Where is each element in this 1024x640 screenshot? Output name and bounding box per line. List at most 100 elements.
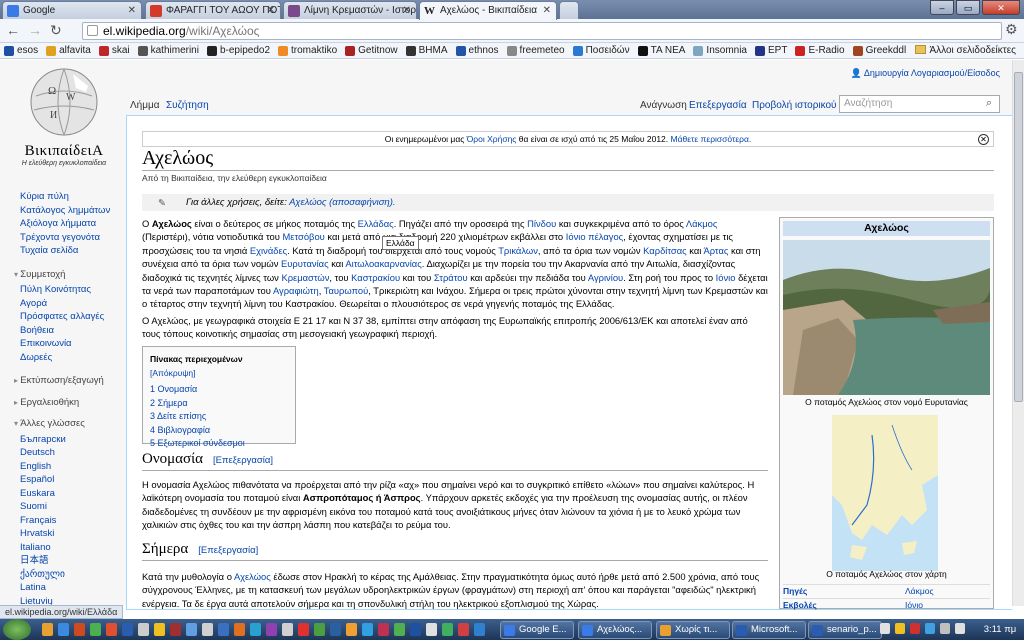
language-link[interactable]: Suomi: [20, 500, 130, 514]
link-trikala[interactable]: Τρικάλων: [498, 245, 538, 256]
app-icon[interactable]: [138, 623, 149, 636]
tab-acheloos[interactable]: W Αχελώος - Βικιπαίδεια ✕: [419, 1, 557, 20]
terms-link[interactable]: Όροι Χρήσης: [467, 134, 517, 144]
tray-icon[interactable]: [895, 623, 905, 634]
app-icon[interactable]: [122, 623, 133, 636]
link-kastraki[interactable]: Καστρακίου: [351, 272, 400, 283]
bookmark-tromaktiko[interactable]: tromaktiko: [278, 43, 337, 58]
bookmark-greekddl[interactable]: Greekddl: [852, 43, 906, 58]
bookmark-kathimerini[interactable]: kathimerini: [137, 43, 199, 58]
link-metsovo[interactable]: Μετσόβου: [283, 231, 325, 242]
bookmark-ta-nea[interactable]: TA NEA: [637, 43, 685, 58]
explorer-icon[interactable]: [42, 623, 53, 636]
app-icon[interactable]: [202, 623, 213, 636]
app-icon[interactable]: [378, 623, 389, 636]
app-icon[interactable]: [154, 623, 165, 636]
sidebar-item[interactable]: Αξιόλογα λήμματα: [20, 217, 130, 231]
app-icon[interactable]: [90, 623, 101, 636]
taskbar-button[interactable]: senario_p...: [808, 621, 882, 639]
app-icon[interactable]: [330, 623, 341, 636]
language-link[interactable]: English: [20, 460, 130, 474]
bookmark-freemeteo[interactable]: freemeteo: [506, 43, 565, 58]
sidebar-item[interactable]: Αγορά: [20, 297, 130, 311]
toc-item[interactable]: 3 Δείτε επίσης: [150, 410, 288, 424]
window-close-button[interactable]: ✕: [982, 0, 1020, 15]
back-arrow-icon[interactable]: ←: [6, 22, 20, 38]
app-icon[interactable]: [346, 623, 357, 636]
link-stratos[interactable]: Στράτου: [434, 272, 468, 283]
app-icon[interactable]: [458, 623, 469, 636]
other-bookmarks[interactable]: Άλλοι σελιδοδείκτες: [915, 43, 1016, 59]
language-link[interactable]: Italiano: [20, 541, 130, 555]
bookmark--[interactable]: Ποσειδών: [572, 43, 630, 58]
app-icon[interactable]: [410, 623, 421, 636]
sidebar-section-tools[interactable]: Εργαλειοθήκη: [14, 396, 130, 410]
bookmark-alfavita[interactable]: alfavita: [46, 43, 91, 58]
scrollbar-thumb[interactable]: [1014, 72, 1023, 402]
bookmark-bhma[interactable]: BHMA: [405, 43, 448, 58]
language-link[interactable]: ქართული: [20, 568, 130, 582]
sidebar-item[interactable]: Δωρεές: [20, 351, 130, 365]
infobox-key[interactable]: Εκβολές: [783, 599, 905, 612]
link-lakmos[interactable]: Λάκμος: [686, 218, 718, 229]
sidebar-item[interactable]: Βοήθεια: [20, 324, 130, 338]
vertical-scrollbar[interactable]: [1012, 60, 1024, 606]
minimize-button[interactable]: –: [930, 0, 954, 15]
taskbar-button[interactable]: Αχελώος...: [578, 621, 652, 639]
sidebar-section-print[interactable]: Εκτύπωση/εξαγωγή: [14, 374, 130, 388]
flag-icon[interactable]: [955, 623, 965, 634]
address-bar[interactable]: el.wikipedia.org/wiki/Αχελώος: [82, 22, 1002, 40]
wikipedia-globe-logo[interactable]: Ω W И: [28, 66, 100, 138]
new-tab-button[interactable]: [559, 1, 579, 19]
bookmark-getitnow[interactable]: Getitnow: [345, 43, 398, 58]
bookmark-ethnos[interactable]: ethnos: [455, 43, 499, 58]
sidebar-section-participation[interactable]: Συμμετοχή: [14, 268, 130, 282]
media-icon[interactable]: [74, 623, 85, 636]
taskbar-button[interactable]: Google E...: [500, 621, 574, 639]
link-ionian[interactable]: Ιόνιο πέλαγος: [566, 231, 623, 242]
infobox-value[interactable]: Ιόνιο: [905, 599, 923, 612]
bookmark-esos[interactable]: esos: [4, 43, 38, 58]
close-icon[interactable]: ✕: [403, 2, 411, 19]
link-evrytania[interactable]: Ευρυτανίας: [281, 258, 329, 269]
close-icon[interactable]: ✕: [267, 2, 275, 19]
ie-icon[interactable]: [58, 623, 69, 636]
bookmark-ept[interactable]: EPT: [755, 43, 787, 58]
link-tavropos[interactable]: Ταυρωπού: [324, 285, 368, 296]
volume-icon[interactable]: [940, 623, 950, 634]
taskbar-button[interactable]: Microsoft...: [732, 621, 806, 639]
app-icon[interactable]: [106, 623, 117, 636]
app-icon[interactable]: [266, 623, 277, 636]
link-ionio[interactable]: Ιόνιο: [716, 272, 736, 283]
disambiguation-link[interactable]: Αχελώος (αποσαφήνιση).: [289, 197, 395, 208]
tab-edit[interactable]: Επεξεργασία: [689, 100, 747, 111]
app-icon[interactable]: [218, 623, 229, 636]
link-aitoloakarnania[interactable]: Αιτωλοακαρνανίας: [345, 258, 421, 269]
reload-icon[interactable]: ↻: [50, 22, 62, 39]
search-icon[interactable]: ⌕: [986, 97, 992, 110]
tab-kremaston[interactable]: Λίμνη Κρεμαστών - Ιστορί ✕: [283, 1, 417, 19]
app-icon[interactable]: [282, 623, 293, 636]
app-icon[interactable]: [234, 623, 245, 636]
language-link[interactable]: Latina: [20, 581, 130, 595]
link-agrafiotis[interactable]: Αγραφιώτη: [273, 285, 319, 296]
language-link[interactable]: Hrvatski: [20, 527, 130, 541]
sidebar-item[interactable]: Πύλη Κοινότητας: [20, 283, 130, 297]
tab-article[interactable]: Λήμμα: [130, 100, 160, 111]
taskbar-button[interactable]: Χωρίς τι...: [656, 621, 730, 639]
link-acheloos[interactable]: Αχελώος: [234, 571, 271, 582]
link-arta[interactable]: Άρτας: [703, 245, 728, 256]
maximize-button[interactable]: ▭: [956, 0, 980, 15]
bookmark-insomnia[interactable]: Insomnia: [693, 43, 747, 58]
app-icon[interactable]: [474, 623, 485, 636]
tray-icon[interactable]: [910, 623, 920, 634]
language-link[interactable]: Español: [20, 473, 130, 487]
sidebar-item[interactable]: Κύρια πύλη: [20, 190, 130, 204]
edit-section-link[interactable]: Επεξεργασία: [213, 455, 273, 466]
link-greece[interactable]: Ελλάδας: [358, 218, 394, 229]
sidebar-item[interactable]: Επικοινωνία: [20, 337, 130, 351]
location-map[interactable]: [832, 415, 938, 571]
close-icon[interactable]: ✕: [128, 2, 136, 19]
app-icon[interactable]: [314, 623, 325, 636]
learn-more-link[interactable]: Μάθετε περισσότερα.: [671, 134, 752, 144]
